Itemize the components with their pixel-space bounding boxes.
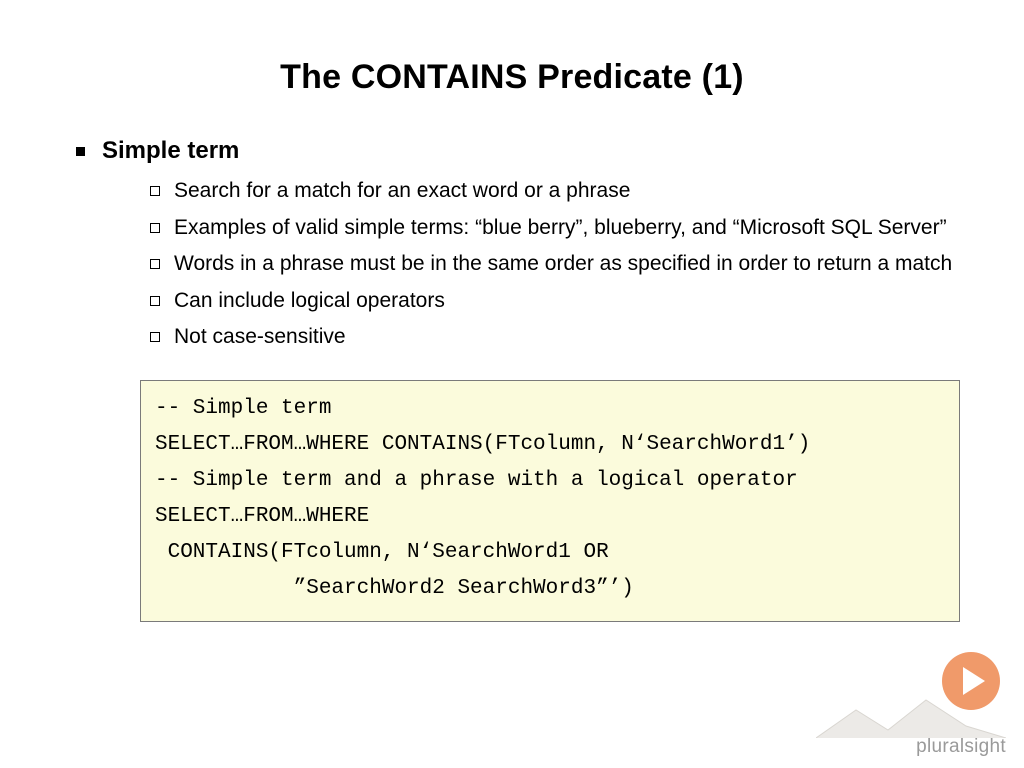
brand-name: pluralsight <box>816 736 1006 758</box>
brand-graphic <box>816 692 1006 738</box>
sub-bullet: Examples of valid simple terms: “blue be… <box>144 212 954 245</box>
sub-bullet: Can include logical operators <box>144 285 954 318</box>
section-heading: Simple term <box>102 137 239 164</box>
play-icon <box>942 652 1000 710</box>
sub-bullet: Search for a match for an exact word or … <box>144 175 954 208</box>
code-example: -- Simple term SELECT…FROM…WHERE CONTAIN… <box>140 380 960 623</box>
bullet-list-sub: Search for a match for an exact word or … <box>144 175 954 354</box>
sub-bullet: Words in a phrase must be in the same or… <box>144 248 954 281</box>
bullet-list-top: Simple term Search for a match for an ex… <box>70 137 954 354</box>
sub-bullet: Not case-sensitive <box>144 321 954 354</box>
slide: The CONTAINS Predicate (1) Simple term S… <box>0 0 1024 768</box>
brand-area: pluralsight <box>816 692 1006 758</box>
slide-title: The CONTAINS Predicate (1) <box>70 58 954 97</box>
top-bullet: Simple term Search for a match for an ex… <box>70 137 954 354</box>
